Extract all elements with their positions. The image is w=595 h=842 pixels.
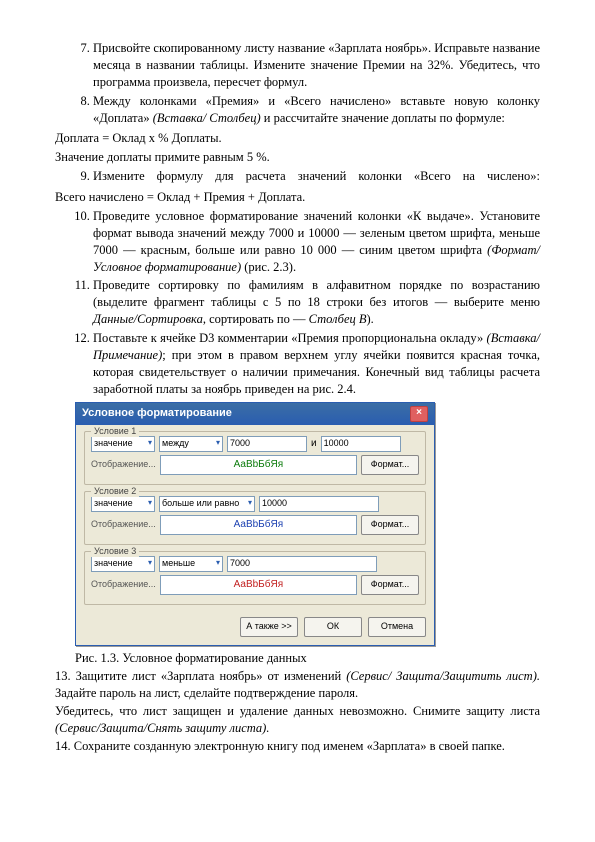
conditional-formatting-dialog: Условное форматирование × Условие 1 знач… — [75, 402, 435, 646]
znach-text: Значение доплаты примите равным 5 %. — [55, 149, 540, 166]
item-13b: Убедитесь, что лист защищен и удаление д… — [55, 703, 540, 737]
condition-2-group: Условие 2 значение больше или равно 1000… — [84, 491, 426, 545]
cond1-format-button[interactable]: Формат... — [361, 455, 419, 475]
item-11: Проведите сортировку по фамилиям в алфав… — [93, 277, 540, 328]
figure-caption: Рис. 1.3. Условное форматирование данных — [75, 650, 540, 667]
cond3-preview: АаВbБбЯя — [160, 575, 357, 595]
item-10: Проведите условное форматирование значен… — [93, 208, 540, 276]
add-remove-button[interactable]: А также >> — [240, 617, 298, 637]
condition-3-group: Условие 3 значение меньше 7000 Отображен… — [84, 551, 426, 605]
cond3-format-button[interactable]: Формат... — [361, 575, 419, 595]
item-9: Измените формулу для расчета значений ко… — [93, 168, 540, 185]
cond3-op-select[interactable]: меньше — [159, 556, 223, 572]
cond1-value1-input[interactable]: 7000 — [227, 436, 307, 452]
condition-1-group: Условие 1 значение между 7000 и 10000 От… — [84, 431, 426, 485]
cond2-format-button[interactable]: Формат... — [361, 515, 419, 535]
item-12: Поставьте к ячейке D3 комментарии «Преми… — [93, 330, 540, 398]
dialog-title: Условное форматирование — [82, 406, 232, 421]
ok-button[interactable]: ОК — [304, 617, 362, 637]
cond2-value1-input[interactable]: 10000 — [259, 496, 379, 512]
cond3-type-select[interactable]: значение — [91, 556, 155, 572]
dialog-titlebar[interactable]: Условное форматирование × — [76, 403, 434, 425]
item-14: 14. Сохраните созданную электронную книг… — [55, 738, 540, 755]
doplata-formula: Доплата = Оклад х % Доплаты. — [55, 130, 540, 147]
cond2-type-select[interactable]: значение — [91, 496, 155, 512]
cond1-preview: АаВbБбЯя — [160, 455, 357, 475]
item-7-text: Присвойте скопированному листу название … — [93, 41, 540, 89]
vsego-formula: Всего начислено = Оклад + Премия + Допла… — [55, 189, 540, 206]
cond1-op-select[interactable]: между — [159, 436, 223, 452]
item-7: Присвойте скопированному листу название … — [93, 40, 540, 91]
cond2-format-label: Отображение... — [91, 518, 156, 530]
item-13: 13. Защитите лист «Зарплата ноябрь» от и… — [55, 668, 540, 702]
cond1-format-label: Отображение... — [91, 458, 156, 470]
cond1-type-select[interactable]: значение — [91, 436, 155, 452]
cond3-value1-input[interactable]: 7000 — [227, 556, 377, 572]
cancel-button[interactable]: Отмена — [368, 617, 426, 637]
cond1-value2-input[interactable]: 10000 — [321, 436, 401, 452]
close-icon[interactable]: × — [410, 406, 428, 422]
cond2-preview: АаВbБбЯя — [160, 515, 357, 535]
cond2-op-select[interactable]: больше или равно — [159, 496, 255, 512]
cond3-format-label: Отображение... — [91, 578, 156, 590]
item-8: Между колонками «Премия» и «Всего начисл… — [93, 93, 540, 127]
